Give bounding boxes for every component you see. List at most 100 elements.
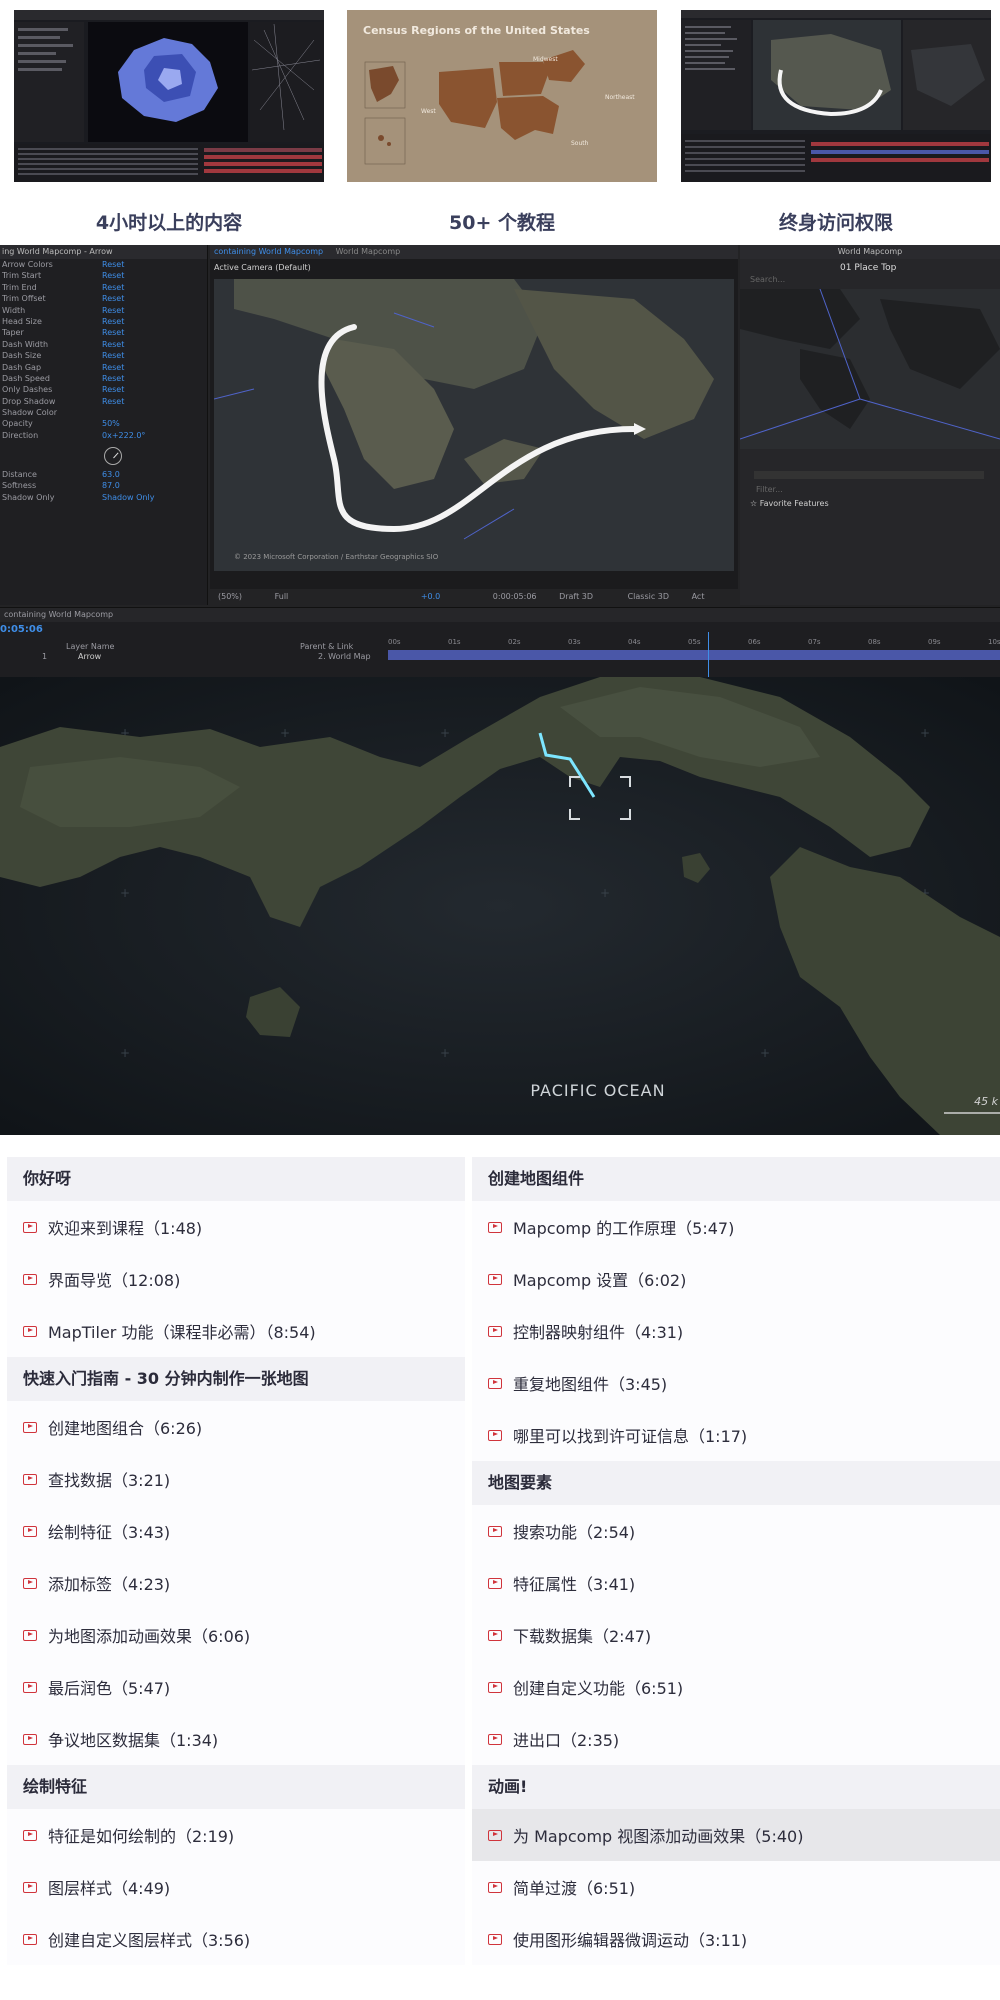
effect-controls-panel: ing World Mapcomp - Arrow Arrow Colors Re… — [0, 245, 208, 605]
playhead[interactable] — [708, 632, 709, 677]
lesson-item[interactable]: 简单过渡（6:51) — [472, 1861, 1000, 1913]
tab-world-mapcomp[interactable]: World Mapcomp — [336, 247, 401, 256]
place-select[interactable]: 01 Place Top — [840, 263, 896, 273]
section-title[interactable]: 创建地图组件 — [472, 1157, 1000, 1201]
property-value[interactable]: Reset — [102, 396, 124, 407]
lesson-item[interactable]: 为 Mapcomp 视图添加动画效果（5:40) — [472, 1809, 1000, 1861]
lesson-item[interactable]: Mapcomp 的工作原理（5:47) — [472, 1201, 1000, 1253]
section-title[interactable]: 绘制特征 — [7, 1765, 465, 1809]
property-value[interactable]: Reset — [102, 305, 124, 316]
lesson-item[interactable]: 重复地图组件（3:45) — [472, 1357, 1000, 1409]
lesson-item[interactable]: 欢迎来到课程（1:48) — [7, 1201, 465, 1253]
effect-property-row[interactable]: Drop Shadow Reset — [0, 396, 207, 407]
ruler-tick-label: 01s — [448, 638, 461, 646]
current-time[interactable]: 0:00:05:06 — [493, 592, 537, 601]
property-value[interactable]: 0x+222.0° — [102, 430, 145, 441]
effect-property-row[interactable]: Dash Gap Reset — [0, 362, 207, 373]
effect-property-row[interactable]: Trim End Reset — [0, 282, 207, 293]
time-ruler[interactable]: 00s 01s 02s 03s 04s 05s 06s 07s 08s 09s 10s — [388, 638, 1000, 648]
svg-text:+: + — [120, 1046, 130, 1060]
video-play-icon — [488, 1577, 502, 1589]
layer-arrow[interactable]: Arrow — [78, 652, 101, 661]
effect-property-row[interactable]: Opacity 50% — [0, 418, 207, 429]
renderer-mode-select[interactable]: Classic 3D — [628, 592, 669, 601]
lesson-item[interactable]: 界面导览（12:08) — [7, 1253, 465, 1305]
lesson-item[interactable]: Mapcomp 设置（6:02) — [472, 1253, 1000, 1305]
effect-property-row[interactable]: Dash Size Reset — [0, 350, 207, 361]
property-value[interactable]: Reset — [102, 350, 124, 361]
layer-parent-select[interactable]: 2. World Map — [318, 652, 371, 661]
map-zoom-slider[interactable] — [754, 471, 984, 479]
lesson-item[interactable]: 下载数据集（2:47) — [472, 1609, 1000, 1661]
filter-input[interactable]: Filter... — [756, 485, 783, 494]
lesson-item[interactable]: 争议地区数据集（1:34) — [7, 1713, 465, 1765]
lesson-item[interactable]: MapTiler 功能（课程非必需）（8:54) — [7, 1305, 465, 1357]
lesson-item[interactable]: 创建自定义图层样式（3:56) — [7, 1913, 465, 1965]
renderer-toggle[interactable]: Draft 3D — [559, 592, 593, 601]
section-title[interactable]: 地图要素 — [472, 1461, 1000, 1505]
property-value[interactable]: 87.0 — [102, 480, 120, 491]
lesson-item[interactable]: 最后润色（5:47) — [7, 1661, 465, 1713]
lesson-item[interactable]: 使用图形编辑器微调运动（3:11) — [472, 1913, 1000, 1965]
layer-track-bar[interactable] — [388, 650, 1000, 660]
section-title[interactable]: 你好呀 — [7, 1157, 465, 1201]
property-value[interactable]: Reset — [102, 270, 124, 281]
timeline-timecode[interactable]: 0:05:06 — [0, 624, 43, 635]
lesson-title: 搜索功能（2:54) — [513, 1523, 636, 1542]
lesson-item[interactable]: 特征是如何绘制的（2:19) — [7, 1809, 465, 1861]
effect-property-row[interactable]: Taper Reset — [0, 327, 207, 338]
lesson-item[interactable]: 特征属性（3:41) — [472, 1557, 1000, 1609]
effect-property-row[interactable]: Dash Width Reset — [0, 339, 207, 350]
property-value[interactable]: Reset — [102, 327, 124, 338]
effect-property-row[interactable]: Softness 87.0 — [0, 480, 208, 491]
zoom-select[interactable]: (50%) — [218, 592, 242, 601]
property-value[interactable]: Reset — [102, 339, 124, 350]
property-value[interactable]: Reset — [102, 362, 124, 373]
view-select[interactable]: Act — [692, 592, 705, 601]
lesson-item[interactable]: 为地图添加动画效果（6:06) — [7, 1609, 465, 1661]
lesson-item[interactable]: 哪里可以找到许可证信息（1:17) — [472, 1409, 1000, 1461]
viewer-canvas[interactable] — [213, 279, 734, 571]
effect-property-row[interactable]: Shadow Color — [0, 407, 207, 418]
lesson-item[interactable]: 绘制特征（3:43) — [7, 1505, 465, 1557]
lesson-item[interactable]: 进出口（2:35) — [472, 1713, 1000, 1765]
lesson-item[interactable]: 创建地图组合（6:26) — [7, 1401, 465, 1453]
effect-property-row[interactable]: Head Size Reset — [0, 316, 207, 327]
property-value[interactable]: Reset — [102, 282, 124, 293]
lesson-item[interactable]: 创建自定义功能（6:51) — [472, 1661, 1000, 1713]
section-title[interactable]: 动画! — [472, 1765, 1000, 1809]
tab-containing-world-mapcomp[interactable]: containing World Mapcomp — [214, 247, 323, 256]
property-value[interactable]: Shadow Only — [102, 492, 154, 503]
lesson-item[interactable]: 图层样式（4:49) — [7, 1861, 465, 1913]
effect-property-row[interactable]: Arrow Colors Reset — [0, 259, 207, 270]
property-value[interactable]: Reset — [102, 259, 124, 270]
resolution-select[interactable]: Full — [275, 592, 289, 601]
effect-property-row[interactable]: Direction 0x+222.0° — [0, 430, 207, 441]
mini-map[interactable] — [739, 288, 1000, 449]
effect-property-row[interactable]: Shadow Only Shadow Only — [0, 492, 208, 503]
lesson-item[interactable]: 控制器映射组件（4:31) — [472, 1305, 1000, 1357]
effect-property-row[interactable]: Dash Speed Reset — [0, 373, 207, 384]
search-input[interactable]: Search... — [750, 275, 990, 285]
lesson-title: 图层样式（4:49) — [48, 1879, 171, 1898]
lesson-item[interactable]: 查找数据（3:21) — [7, 1453, 465, 1505]
property-value[interactable]: 50% — [102, 418, 120, 429]
property-value[interactable]: 63.0 — [102, 469, 120, 480]
lesson-item[interactable]: 添加标签（4:23) — [7, 1557, 465, 1609]
direction-dial-icon[interactable] — [104, 447, 122, 465]
property-value[interactable]: Reset — [102, 373, 124, 384]
effect-property-row[interactable]: Distance 63.0 — [0, 469, 208, 480]
effect-property-row[interactable]: Width Reset — [0, 305, 207, 316]
world-map-graphic — [213, 279, 734, 571]
exposure-value[interactable]: +0.0 — [421, 592, 440, 601]
ruler-tick-label: 02s — [508, 638, 521, 646]
favorite-features-folder[interactable]: ☆ Favorite Features — [750, 499, 829, 508]
effect-property-row[interactable]: Only Dashes Reset — [0, 384, 207, 395]
section-title[interactable]: 快速入门指南 - 30 分钟内制作一张地图 — [7, 1357, 465, 1401]
property-value[interactable]: Reset — [102, 384, 124, 395]
lesson-item[interactable]: 搜索功能（2:54) — [472, 1505, 1000, 1557]
property-value[interactable]: Reset — [102, 293, 124, 304]
effect-property-row[interactable]: Trim Offset Reset — [0, 293, 207, 304]
effect-property-row[interactable]: Trim Start Reset — [0, 270, 207, 281]
property-value[interactable]: Reset — [102, 316, 124, 327]
